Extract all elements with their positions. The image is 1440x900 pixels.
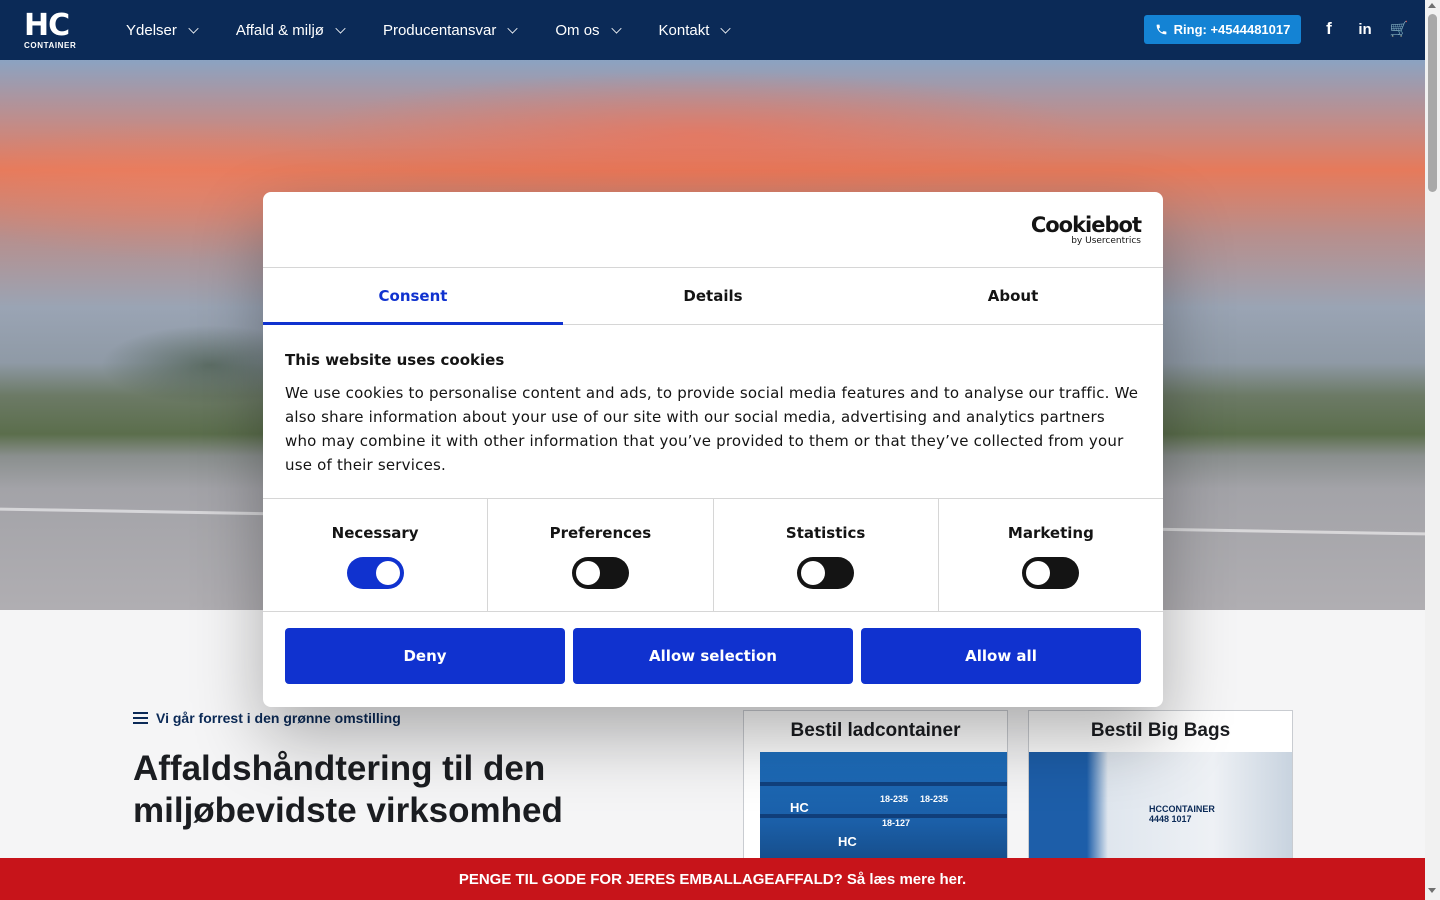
cookiebot-wordmark: Cookiebot [1030,213,1142,237]
marketing-switch[interactable] [1022,557,1080,589]
top-navigation: HC CONTAINER Ydelser Affald & miljø Prod… [0,0,1425,60]
card-title: Bestil Big Bags [1090,720,1231,741]
cookie-consent-dialog: Cookiebot by Usercentrics Consent Detail… [263,192,1163,707]
menu-item-label: Affald & miljø [235,21,324,39]
hc-container-logo[interactable]: HC CONTAINER [24,8,86,52]
main-menu: Ydelser Affald & miljø Producentansvar O… [126,0,768,60]
page-scrollbar[interactable] [1425,0,1440,900]
linkedin-icon[interactable]: in [1354,18,1376,40]
section-tagline: Vi går forrest i den grønne omstilling [133,710,401,726]
scroll-up-arrow-icon[interactable] [1428,3,1436,8]
order-container-card[interactable]: Bestil ladcontainer HC 18-235 18-235 18-… [743,710,1008,870]
consent-body: This website uses cookies We use cookies… [263,325,1163,499]
promo-banner-link[interactable]: PENGE TIL GODE FOR JERES EMBALLAGEAFFALD… [0,858,1425,900]
menu-lines-icon [133,712,148,724]
phone-icon [1156,24,1167,35]
facebook-icon[interactable]: f [1318,18,1340,40]
bigbag-photo: HCCONTAINER 4448 1017 [1029,752,1292,869]
consent-description: We use cookies to personalise content an… [285,384,1139,474]
dialog-tabs: Consent Details About [263,268,1163,325]
tab-consent[interactable]: Consent [263,268,563,325]
chevron-down-icon [335,22,346,34]
cart-icon[interactable]: 🛒 [1388,18,1410,40]
menu-item-producentansvar[interactable]: Producentansvar [382,21,518,39]
menu-item-label: Ydelser [126,21,177,39]
necessary-switch[interactable] [346,557,404,589]
container-marking: HC [790,800,809,815]
allow-selection-button[interactable]: Allow selection [573,628,853,684]
logo-mark: HC [24,8,70,43]
chevron-down-icon [610,22,622,34]
cookiebot-byline: by Usercentrics [1071,236,1141,246]
container-marking: 18-235 [880,794,909,804]
container-marking: HC [838,834,857,849]
call-button[interactable]: Ring: +4544481017 [1144,15,1301,44]
toggle-label: Preferences [549,524,652,542]
menu-item-ydelser[interactable]: Ydelser [126,21,199,39]
toggle-necessary: Necessary [263,499,489,611]
dialog-header: Cookiebot by Usercentrics [263,192,1163,268]
tab-details[interactable]: Details [563,268,863,324]
toggle-preferences: Preferences [488,499,714,611]
tab-about[interactable]: About [863,268,1163,324]
scroll-down-arrow-icon[interactable] [1428,888,1436,893]
toggle-label: Marketing [1007,524,1094,542]
scroll-thumb[interactable] [1428,14,1437,192]
allow-all-button[interactable]: Allow all [861,628,1141,684]
container-marking: 18-235 [920,794,949,804]
toggle-label: Necessary [331,524,419,542]
menu-item-kontakt[interactable]: Kontakt [658,21,732,39]
call-button-label: Ring: +4544481017 [1173,22,1291,37]
container-photo: HC 18-235 18-235 18-127 HC [760,752,1007,869]
menu-item-label: Producentansvar [382,21,497,39]
logo-subtitle: CONTAINER [24,41,77,50]
toggle-statistics: Statistics [714,499,939,611]
chevron-down-icon [507,22,518,34]
deny-button[interactable]: Deny [285,628,565,684]
statistics-switch[interactable] [797,557,855,589]
menu-item-label: Om os [555,21,600,39]
tagline-text: Vi går forrest i den grønne omstilling [156,710,401,726]
cookiebot-logo[interactable]: Cookiebot by Usercentrics [1030,213,1142,246]
menu-item-affald-miljo[interactable]: Affald & miljø [235,21,346,39]
chevron-down-icon [188,22,199,34]
toggle-label: Statistics [785,524,866,542]
menu-item-label: Kontakt [658,21,710,39]
cookie-category-toggles: Necessary Preferences Statistics Marketi… [263,499,1163,612]
card-title: Bestil ladcontainer [790,720,961,741]
preferences-switch[interactable] [571,557,629,589]
container-marking: 18-127 [882,818,911,828]
toggle-marketing: Marketing [939,499,1163,611]
page-headline: Affaldshåndtering til den miljøbevidste … [133,749,563,830]
bag-print: HCCONTAINER 4448 1017 [1149,804,1215,824]
chevron-down-icon [720,22,732,34]
menu-item-om-os[interactable]: Om os [555,21,622,39]
consent-buttons: Deny Allow selection Allow all [263,612,1163,700]
consent-title: This website uses cookies [285,351,505,369]
order-bigbags-card[interactable]: Bestil Big Bags HCCONTAINER 4448 1017 [1028,710,1293,870]
